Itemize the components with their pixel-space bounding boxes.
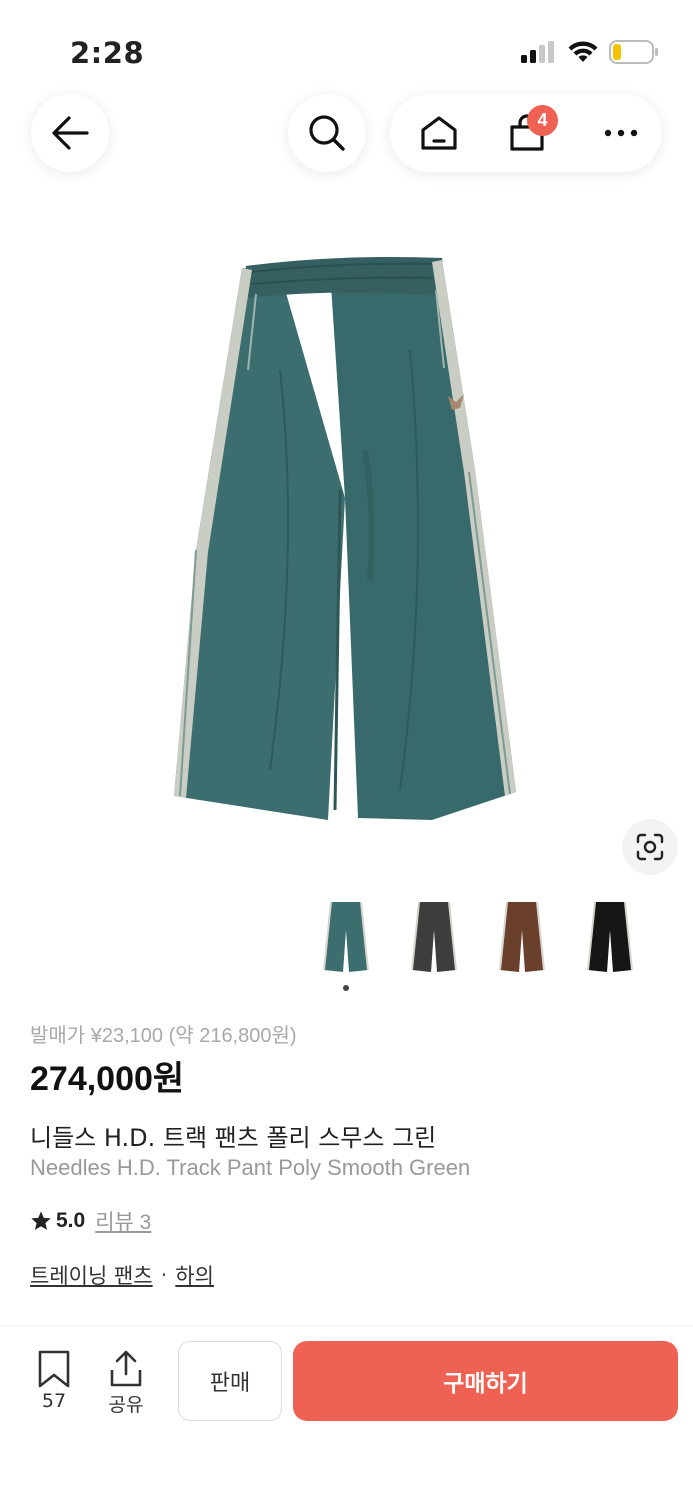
release-price: 발매가 ¥23,100 (약 216,800원) <box>30 1025 297 1047</box>
wishlist-count: 57 <box>41 1390 67 1412</box>
rating-score: 5.0 <box>56 1209 86 1232</box>
cellular-signal-icon <box>521 41 554 63</box>
wifi-icon <box>568 41 598 62</box>
bottom-bar-divider <box>0 1325 693 1326</box>
battery-icon <box>609 40 658 64</box>
share-button[interactable]: 공유 <box>108 1350 144 1417</box>
product-name-english: Needles H.D. Track Pant Poly Smooth Gree… <box>30 1155 471 1180</box>
category-separator: · <box>160 1263 168 1287</box>
star-icon <box>31 1211 51 1230</box>
status-icons <box>521 40 659 64</box>
bookmark-icon <box>38 1350 70 1388</box>
product-price: 274,000원 <box>30 1060 185 1098</box>
reviews-link[interactable]: 리뷰 3 <box>95 1206 151 1236</box>
category-link-training-pants[interactable]: 트레이닝 팬츠 <box>30 1260 153 1290</box>
selected-thumbnail-indicator <box>343 985 349 991</box>
more-dots-icon <box>604 129 638 137</box>
pants-thumbnail <box>587 901 633 972</box>
share-label: 공유 <box>108 1394 144 1416</box>
color-thumbnails <box>302 894 654 980</box>
home-button[interactable] <box>404 94 474 172</box>
lens-search-icon <box>636 833 664 861</box>
search-icon <box>309 115 345 151</box>
product-image[interactable] <box>160 250 530 830</box>
share-icon <box>110 1350 142 1387</box>
track-pants-image <box>174 257 516 820</box>
back-button[interactable] <box>31 94 109 172</box>
pants-thumbnail <box>411 901 457 972</box>
category-breadcrumb: 트레이닝 팬츠 · 하의 <box>30 1260 214 1290</box>
cart-button[interactable] <box>490 94 564 172</box>
buy-button[interactable]: 구매하기 <box>293 1341 678 1421</box>
more-button[interactable] <box>586 94 656 172</box>
arrow-left-icon <box>52 116 89 150</box>
image-search-button[interactable] <box>622 819 678 875</box>
thumbnail-green[interactable] <box>302 894 390 980</box>
thumbnail-brown[interactable] <box>478 894 566 980</box>
nav-actions-pill <box>390 94 662 172</box>
cart-count-badge: 4 <box>527 105 558 136</box>
category-link-bottoms[interactable]: 하의 <box>175 1260 214 1290</box>
wishlist-button[interactable]: 57 <box>36 1350 72 1412</box>
thumbnail-charcoal[interactable] <box>390 894 478 980</box>
search-button[interactable] <box>288 94 366 172</box>
home-icon <box>421 116 457 150</box>
pants-thumbnail <box>323 901 369 972</box>
status-time: 2:28 <box>70 36 145 70</box>
sell-button[interactable]: 판매 <box>178 1341 282 1421</box>
rating-row: 5.0 리뷰 3 <box>30 1206 151 1236</box>
thumbnail-black[interactable] <box>566 894 654 980</box>
pants-thumbnail <box>499 901 545 972</box>
product-name-korean: 니들스 H.D. 트랙 팬츠 폴리 스무스 그린 <box>30 1124 437 1152</box>
